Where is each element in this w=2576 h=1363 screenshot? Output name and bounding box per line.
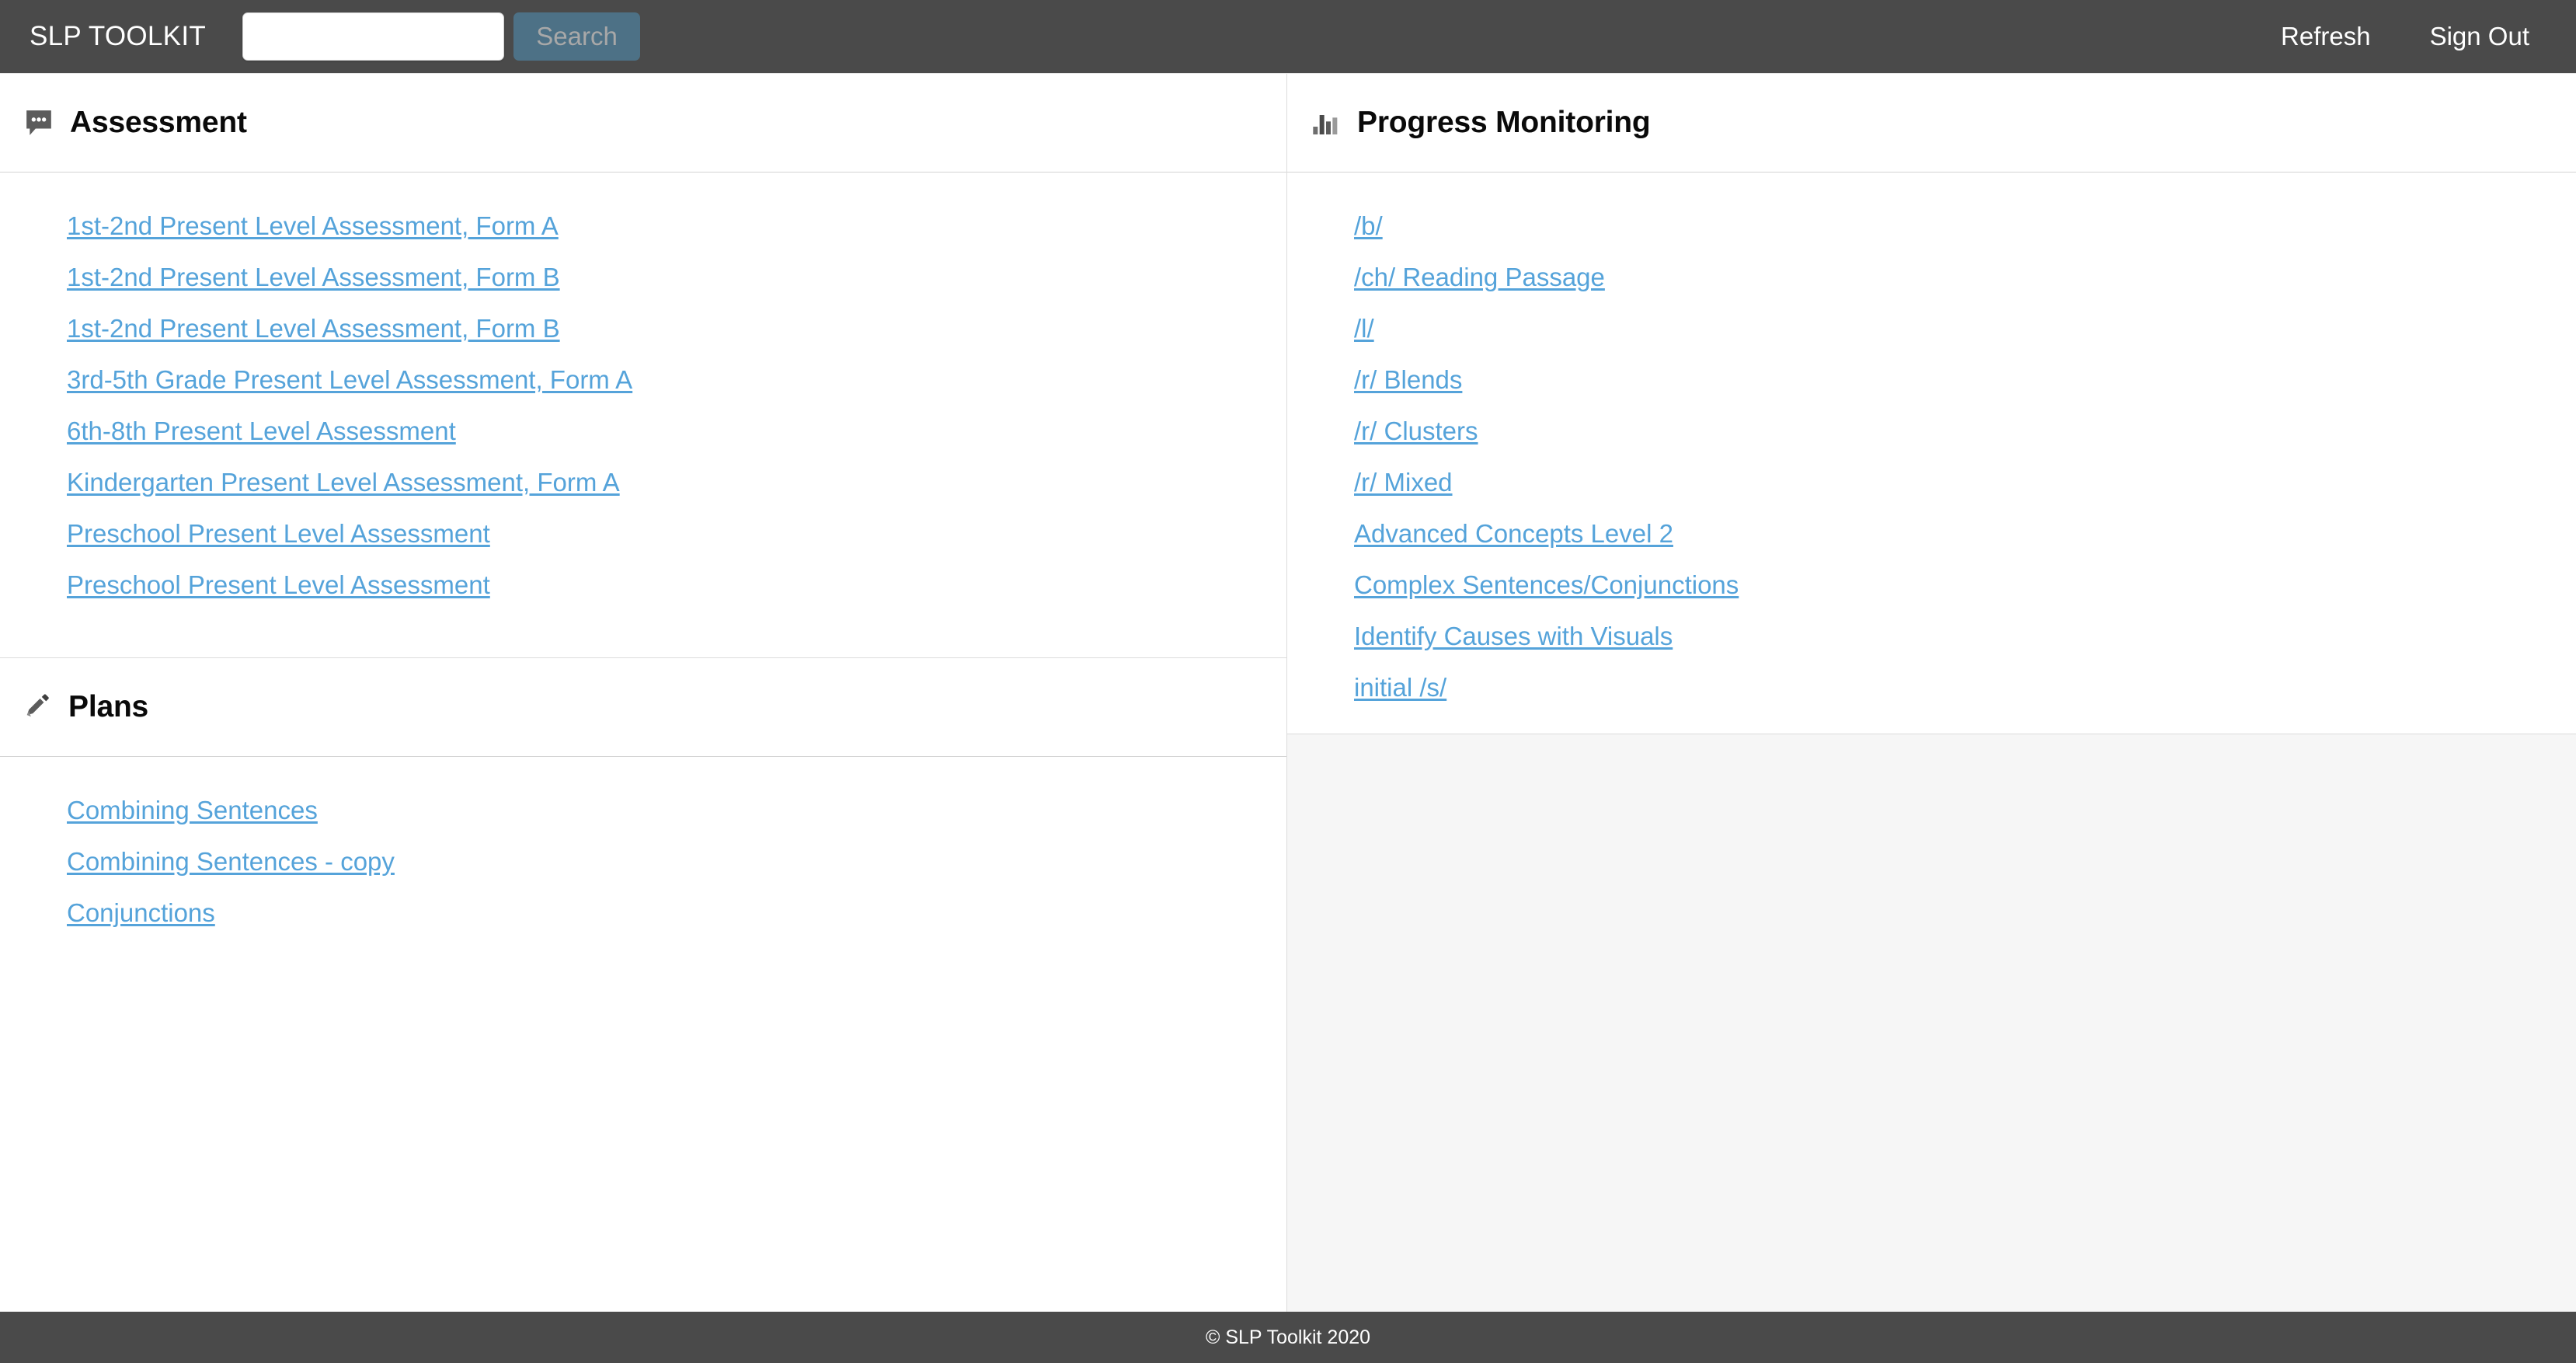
plans-panel-header: Plans xyxy=(0,658,1286,757)
list-item: Combining Sentences xyxy=(0,785,1286,836)
app-brand-title: SLP TOOLKIT xyxy=(30,21,207,51)
plan-link[interactable]: Combining Sentences xyxy=(67,796,318,825)
assessment-panel-header: Assessment xyxy=(0,74,1286,173)
list-item: initial /s/ xyxy=(1287,662,2576,713)
list-item: /r/ Blends xyxy=(1287,354,2576,406)
progress-monitoring-link[interactable]: initial /s/ xyxy=(1354,673,1446,702)
progress-monitoring-link[interactable]: /b/ xyxy=(1354,211,1383,241)
list-item: Complex Sentences/Conjunctions xyxy=(1287,559,2576,611)
progress-monitoring-panel: Progress Monitoring /b/ /ch/ Reading Pas… xyxy=(1287,74,2576,734)
progress-monitoring-panel-title: Progress Monitoring xyxy=(1357,106,1651,139)
progress-monitoring-link[interactable]: Complex Sentences/Conjunctions xyxy=(1354,570,1739,600)
list-item: Kindergarten Present Level Assessment, F… xyxy=(0,457,1286,508)
refresh-link[interactable]: Refresh xyxy=(2281,22,2371,51)
main-content-area: Assessment 1st-2nd Present Level Assessm… xyxy=(0,74,2576,1312)
progress-monitoring-link-list: /b/ /ch/ Reading Passage /l/ /r/ Blends … xyxy=(1287,173,2576,734)
progress-monitoring-link[interactable]: /ch/ Reading Passage xyxy=(1354,263,1605,292)
nav-links-group: Refresh Sign Out xyxy=(2281,22,2529,51)
list-item: Identify Causes with Visuals xyxy=(1287,611,2576,662)
progress-monitoring-link[interactable]: /l/ xyxy=(1354,314,1374,343)
list-item: Conjunctions xyxy=(0,887,1286,939)
plan-link[interactable]: Combining Sentences - copy xyxy=(67,847,395,877)
assessment-link[interactable]: 1st-2nd Present Level Assessment, Form A xyxy=(67,211,559,241)
assessment-link[interactable]: 6th-8th Present Level Assessment xyxy=(67,417,456,446)
footer-copyright: © SLP Toolkit 2020 xyxy=(1205,1326,1371,1348)
list-item: Preschool Present Level Assessment xyxy=(0,508,1286,559)
assessment-link[interactable]: Kindergarten Present Level Assessment, F… xyxy=(67,468,620,497)
list-item: Preschool Present Level Assessment xyxy=(0,559,1286,611)
top-navigation-bar: SLP TOOLKIT Search Refresh Sign Out xyxy=(0,0,2576,74)
page-footer: © SLP Toolkit 2020 xyxy=(0,1312,2576,1363)
bar-chart-icon xyxy=(1311,107,1342,138)
progress-monitoring-link[interactable]: Advanced Concepts Level 2 xyxy=(1354,519,1673,549)
list-item: Combining Sentences - copy xyxy=(0,836,1286,887)
progress-monitoring-link[interactable]: /r/ Mixed xyxy=(1354,468,1453,497)
list-item: /ch/ Reading Passage xyxy=(1287,252,2576,303)
progress-monitoring-link[interactable]: Identify Causes with Visuals xyxy=(1354,622,1673,651)
assessment-panel-title: Assessment xyxy=(70,106,247,139)
progress-monitoring-link[interactable]: /r/ Clusters xyxy=(1354,417,1478,446)
plan-link[interactable]: Conjunctions xyxy=(67,898,215,928)
plans-link-list: Combining Sentences Combining Sentences … xyxy=(0,757,1286,959)
progress-monitoring-link[interactable]: /r/ Blends xyxy=(1354,365,1462,395)
list-item: Advanced Concepts Level 2 xyxy=(1287,508,2576,559)
assessment-panel: Assessment 1st-2nd Present Level Assessm… xyxy=(0,74,1286,658)
list-item: /r/ Clusters xyxy=(1287,406,2576,457)
right-column: Progress Monitoring /b/ /ch/ Reading Pas… xyxy=(1287,74,2576,1312)
assessment-link[interactable]: 1st-2nd Present Level Assessment, Form B xyxy=(67,314,560,343)
search-button[interactable]: Search xyxy=(513,12,641,61)
app-root: SLP TOOLKIT Search Refresh Sign Out Asse… xyxy=(0,0,2576,1363)
pencil-icon xyxy=(23,692,53,722)
list-item: /l/ xyxy=(1287,303,2576,354)
list-item: 1st-2nd Present Level Assessment, Form B xyxy=(0,252,1286,303)
left-column: Assessment 1st-2nd Present Level Assessm… xyxy=(0,74,1287,1312)
assessment-link[interactable]: 3rd-5th Grade Present Level Assessment, … xyxy=(67,365,632,395)
left-column-empty-space xyxy=(0,1135,1286,1312)
sign-out-link[interactable]: Sign Out xyxy=(2430,22,2529,51)
list-item: /r/ Mixed xyxy=(1287,457,2576,508)
list-item: 6th-8th Present Level Assessment xyxy=(0,406,1286,457)
comment-dots-icon xyxy=(23,107,54,138)
plans-panel: Plans Combining Sentences Combining Sent… xyxy=(0,658,1286,1135)
right-column-empty-space xyxy=(1287,734,2576,1312)
list-item: 3rd-5th Grade Present Level Assessment, … xyxy=(0,354,1286,406)
plans-panel-title: Plans xyxy=(68,690,149,723)
assessment-link[interactable]: Preschool Present Level Assessment xyxy=(67,519,490,549)
search-input[interactable] xyxy=(242,12,505,61)
list-item: 1st-2nd Present Level Assessment, Form B xyxy=(0,303,1286,354)
assessment-link[interactable]: Preschool Present Level Assessment xyxy=(67,570,490,600)
assessment-link-list: 1st-2nd Present Level Assessment, Form A… xyxy=(0,173,1286,657)
search-form: Search xyxy=(242,12,641,61)
progress-monitoring-panel-header: Progress Monitoring xyxy=(1287,74,2576,173)
assessment-link[interactable]: 1st-2nd Present Level Assessment, Form B xyxy=(67,263,560,292)
list-item: 1st-2nd Present Level Assessment, Form A xyxy=(0,200,1286,252)
list-item: /b/ xyxy=(1287,200,2576,252)
